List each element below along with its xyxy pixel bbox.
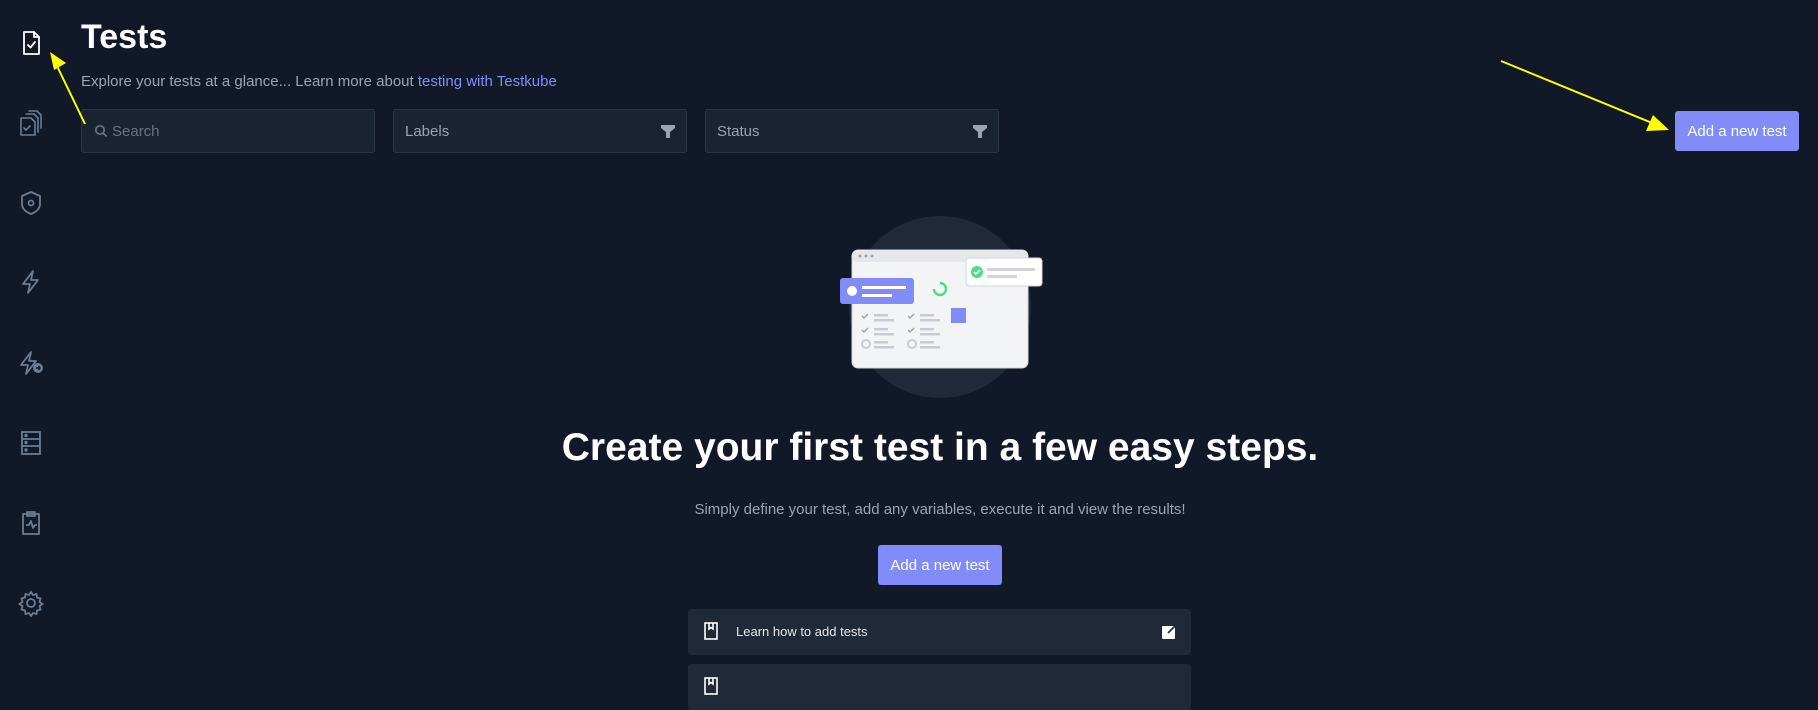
subtitle-text: Explore your tests at a glance... Learn … <box>81 73 418 90</box>
filter-icon <box>661 125 675 138</box>
shield-gear-icon <box>21 191 41 215</box>
add-test-button-secondary[interactable]: Add a new test <box>878 545 1002 585</box>
lightning-arrow-icon <box>20 351 43 375</box>
sidebar-item-settings[interactable] <box>16 588 46 618</box>
status-filter[interactable]: Status <box>705 109 999 153</box>
learn-add-tests-link[interactable]: Learn how to add tests <box>688 609 1191 655</box>
empty-tests-illustration <box>840 249 1043 369</box>
external-link-icon <box>1162 624 1177 639</box>
docs-link-secondary[interactable] <box>688 664 1191 710</box>
stacked-files-icon <box>20 110 42 136</box>
book-icon <box>704 622 718 640</box>
page-subtitle: Explore your tests at a glance... Learn … <box>81 73 557 90</box>
testing-docs-link[interactable]: testing with Testkube <box>418 73 557 90</box>
labels-filter[interactable]: Labels <box>393 109 687 153</box>
sidebar-item-test-suites[interactable] <box>16 108 46 138</box>
sidebar <box>0 0 62 683</box>
page-title: Tests <box>81 18 168 56</box>
search-icon <box>95 125 108 138</box>
sidebar-item-tests[interactable] <box>16 28 46 58</box>
gear-icon <box>17 590 45 617</box>
sidebar-item-triggers[interactable] <box>16 267 46 297</box>
search-field <box>81 109 375 153</box>
sidebar-item-webhooks[interactable] <box>16 348 46 378</box>
annotation-arrowhead-add-button <box>1646 115 1669 131</box>
link-label: Learn how to add tests <box>736 624 868 639</box>
labels-filter-label: Labels <box>405 122 450 140</box>
status-filter-label: Status <box>717 122 760 140</box>
add-test-button[interactable]: Add a new test <box>1675 111 1799 151</box>
search-input[interactable] <box>82 121 374 141</box>
lightning-icon <box>22 270 39 294</box>
annotation-arrow-add-button <box>1500 60 1653 124</box>
empty-state-description: Simply define your test, add any variabl… <box>694 501 1186 518</box>
empty-state-heading: Create your first test in a few easy ste… <box>561 426 1319 469</box>
filter-icon <box>973 125 987 138</box>
book-icon <box>704 677 718 695</box>
sidebar-item-executors[interactable] <box>16 188 46 218</box>
file-check-icon <box>23 31 40 55</box>
